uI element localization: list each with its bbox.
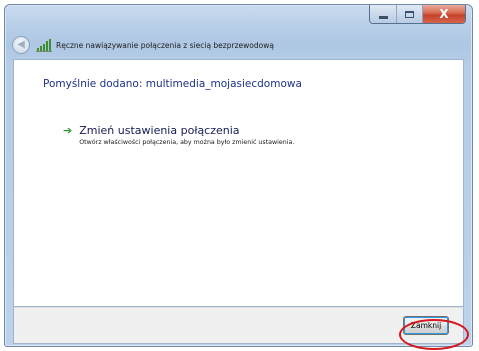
footer-bar: Zamknij (13, 307, 464, 344)
content-panel: Pomyślnie dodano: multimedia_mojasiecdom… (13, 59, 464, 307)
change-connection-settings-link[interactable]: ➔ Zmień ustawienia połączenia Otwórz wła… (63, 124, 294, 146)
option-description: Otwórz właściwości połączenia, aby można… (79, 139, 295, 146)
caption-buttons: X (369, 5, 466, 24)
maximize-button[interactable] (396, 5, 422, 23)
wizard-title: Ręczne nawiązywanie połączenia z siecią … (56, 40, 274, 50)
back-arrow-icon: ◀ (17, 39, 25, 50)
minimize-icon (378, 15, 388, 19)
wizard-window: X ◀ Ręczne nawiązywanie połączenia z sie… (4, 4, 473, 347)
maximize-icon (405, 10, 414, 18)
wireless-network-icon (36, 39, 52, 52)
minimize-button[interactable] (370, 5, 396, 23)
green-arrow-icon: ➔ (63, 124, 73, 137)
success-heading: Pomyślnie dodano: multimedia_mojasiecdom… (43, 78, 302, 90)
title-bar: X (5, 5, 472, 29)
option-title[interactable]: Zmień ustawienia połączenia (79, 124, 294, 138)
option-text: Zmień ustawienia połączenia Otwórz właśc… (79, 124, 294, 146)
close-window-button[interactable]: X (422, 5, 465, 23)
back-button[interactable]: ◀ (12, 36, 30, 54)
close-icon: X (439, 7, 449, 21)
close-button[interactable]: Zamknij (403, 316, 449, 335)
navigation-bar: ◀ Ręczne nawiązywanie połączenia z sieci… (5, 33, 472, 57)
